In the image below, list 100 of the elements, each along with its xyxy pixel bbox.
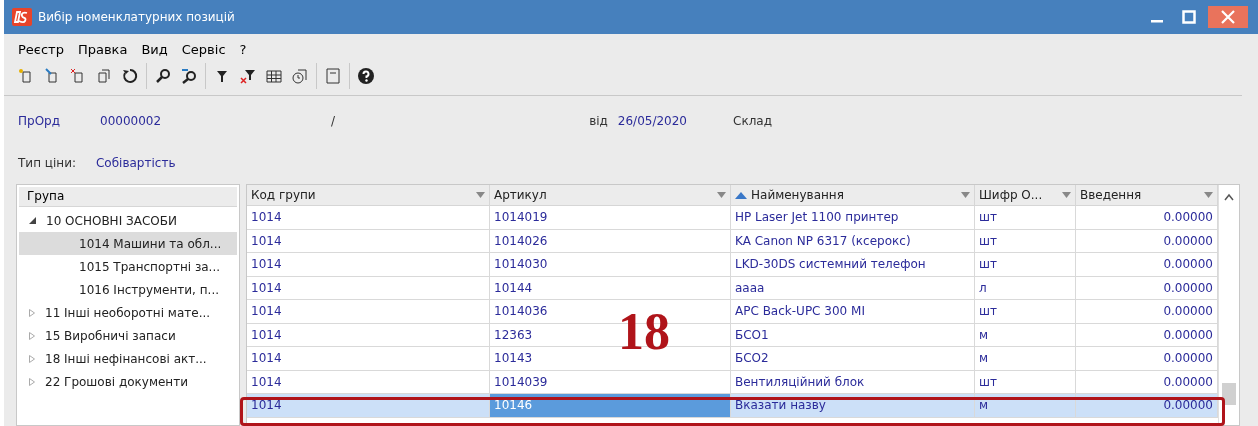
- table-cell: шт: [975, 300, 1076, 324]
- tree-item-label: 15 Виробничі запаси: [45, 328, 176, 343]
- table-cell: 1014: [247, 394, 490, 418]
- scroll-up-icon[interactable]: [1224, 193, 1234, 201]
- table-cell: шт: [975, 229, 1076, 253]
- table-cell: 1014: [247, 276, 490, 300]
- table-cell: 0.00000: [1076, 276, 1218, 300]
- column-header[interactable]: Найменування: [731, 185, 975, 206]
- table-cell: л: [975, 276, 1076, 300]
- tree-item[interactable]: 18 Інші нефінансові акт...: [19, 347, 237, 370]
- table-cell: шт: [975, 206, 1076, 230]
- table-cell: 1014: [247, 229, 490, 253]
- table-cell: м: [975, 323, 1076, 347]
- tree-item[interactable]: 1014 Машини та обл...: [19, 232, 237, 255]
- app-logo: [12, 8, 32, 26]
- table-cell: Вентиляційний блок: [731, 370, 975, 394]
- date-label: від: [589, 114, 608, 128]
- expand-icon[interactable]: [29, 354, 35, 363]
- warehouse-label: Склад: [733, 114, 772, 128]
- column-header-label: Код групи: [251, 188, 317, 202]
- tree-item[interactable]: 22 Грошові документи: [19, 370, 237, 393]
- column-header[interactable]: Введення: [1076, 185, 1218, 206]
- menu-item[interactable]: Правка: [77, 42, 128, 57]
- table-cell: 1014: [247, 300, 490, 324]
- menu-item[interactable]: ?: [239, 42, 247, 57]
- dropdown-icon[interactable]: [717, 192, 726, 198]
- expand-icon[interactable]: [29, 377, 35, 386]
- menu-item[interactable]: Вид: [141, 42, 168, 57]
- search-next-icon[interactable]: [179, 66, 199, 86]
- tree-item-label: 1016 Інструменти, п...: [79, 282, 220, 297]
- expand-icon[interactable]: [29, 331, 35, 340]
- table-cell: 0.00000: [1076, 300, 1218, 324]
- table-cell: 1014030: [490, 253, 731, 277]
- tree-item-label: 10 ОСНОВНІ ЗАСОБИ: [46, 213, 177, 228]
- column-header[interactable]: Код групи: [247, 185, 490, 206]
- table-cell: БСО1: [731, 323, 975, 347]
- table-cell: 0.00000: [1076, 229, 1218, 253]
- table-cell: шт: [975, 370, 1076, 394]
- table-cell: шт: [975, 253, 1076, 277]
- document-type: ПрОрд: [18, 114, 60, 128]
- table-cell: Вказати назву: [731, 394, 975, 418]
- dropdown-icon[interactable]: [476, 192, 485, 198]
- menu-item[interactable]: Сервіс: [181, 42, 226, 57]
- separator-slash: /: [331, 114, 336, 128]
- tree-item[interactable]: 11 Інші необоротні мате...: [19, 301, 237, 324]
- table-cell: 0.00000: [1076, 370, 1218, 394]
- tree-item-label: 11 Інші необоротні мате...: [45, 305, 211, 320]
- tree-item[interactable]: 10 ОСНОВНІ ЗАСОБИ: [19, 209, 237, 232]
- refresh-icon[interactable]: [120, 66, 140, 86]
- table-cell: 0.00000: [1076, 347, 1218, 371]
- close-button[interactable]: [1208, 6, 1248, 28]
- tree-item[interactable]: 15 Виробничі запаси: [19, 324, 237, 347]
- document-date: 26/05/2020: [617, 114, 687, 128]
- tree-item-label: 1015 Транспортні за...: [79, 259, 221, 274]
- window-title: Вибір номенклатурних позицій: [38, 10, 236, 24]
- table-cell: 1014: [247, 370, 490, 394]
- scrollbar[interactable]: [1218, 185, 1239, 425]
- tree-header: Група: [19, 187, 237, 207]
- table-cell: аааа: [731, 276, 975, 300]
- table-cell: 1014: [247, 347, 490, 371]
- document-number: 00000002: [100, 114, 162, 128]
- column-header[interactable]: Шифр О...: [975, 185, 1076, 206]
- table-cell: HP Laser Jet 1100 принтер: [731, 206, 975, 230]
- dropdown-icon[interactable]: [1204, 192, 1213, 198]
- table-cell: м: [975, 347, 1076, 371]
- tree-item-label: 1014 Машини та обл...: [79, 236, 222, 251]
- expand-icon[interactable]: [29, 308, 35, 317]
- table-cell: 1014019: [490, 206, 731, 230]
- collapse-icon[interactable]: [29, 217, 36, 224]
- table-cell: 0.00000: [1076, 323, 1218, 347]
- close-icon: [1221, 10, 1235, 24]
- table-cell: 10144: [490, 276, 731, 300]
- table-cell: APC Back-UPC 300 MI: [731, 300, 975, 324]
- table-cell: 1014: [247, 323, 490, 347]
- form-icon[interactable]: [323, 66, 343, 86]
- dropdown-icon[interactable]: [961, 192, 970, 198]
- table-cell: LKD-30DS системний телефон: [731, 253, 975, 277]
- price-type-value: Собівартість: [96, 156, 176, 170]
- table-cell: 0.00000: [1076, 253, 1218, 277]
- table-cell: БСО2: [731, 347, 975, 371]
- table-cell: 0.00000: [1076, 394, 1218, 418]
- column-header[interactable]: Артикул: [490, 185, 731, 206]
- dropdown-icon[interactable]: [1062, 192, 1071, 198]
- scroll-thumb[interactable]: [1222, 383, 1236, 405]
- tree-item[interactable]: 1016 Інструменти, п...: [19, 278, 237, 301]
- tree-item-label: 18 Інші нефінансові акт...: [45, 351, 207, 366]
- table-cell: 10146: [490, 394, 731, 418]
- table-cell: 1014: [247, 206, 490, 230]
- maximize-button[interactable]: [1182, 10, 1196, 24]
- tree-item-label: 22 Грошові документи: [45, 374, 188, 389]
- menu-item[interactable]: Реєстр: [18, 42, 64, 57]
- table-cell: м: [975, 394, 1076, 418]
- clock-document-icon[interactable]: [290, 66, 310, 86]
- table-cell: 1014: [247, 253, 490, 277]
- tree-item[interactable]: 1015 Транспортні за...: [19, 255, 237, 278]
- help-icon[interactable]: [356, 66, 376, 86]
- table-cell: 0.00000: [1076, 206, 1218, 230]
- price-type-label: Тип ціни:: [18, 156, 76, 170]
- table-cell: KA Canon NP 6317 (ксерокс): [731, 229, 975, 253]
- column-header-label: Найменування: [751, 188, 845, 202]
